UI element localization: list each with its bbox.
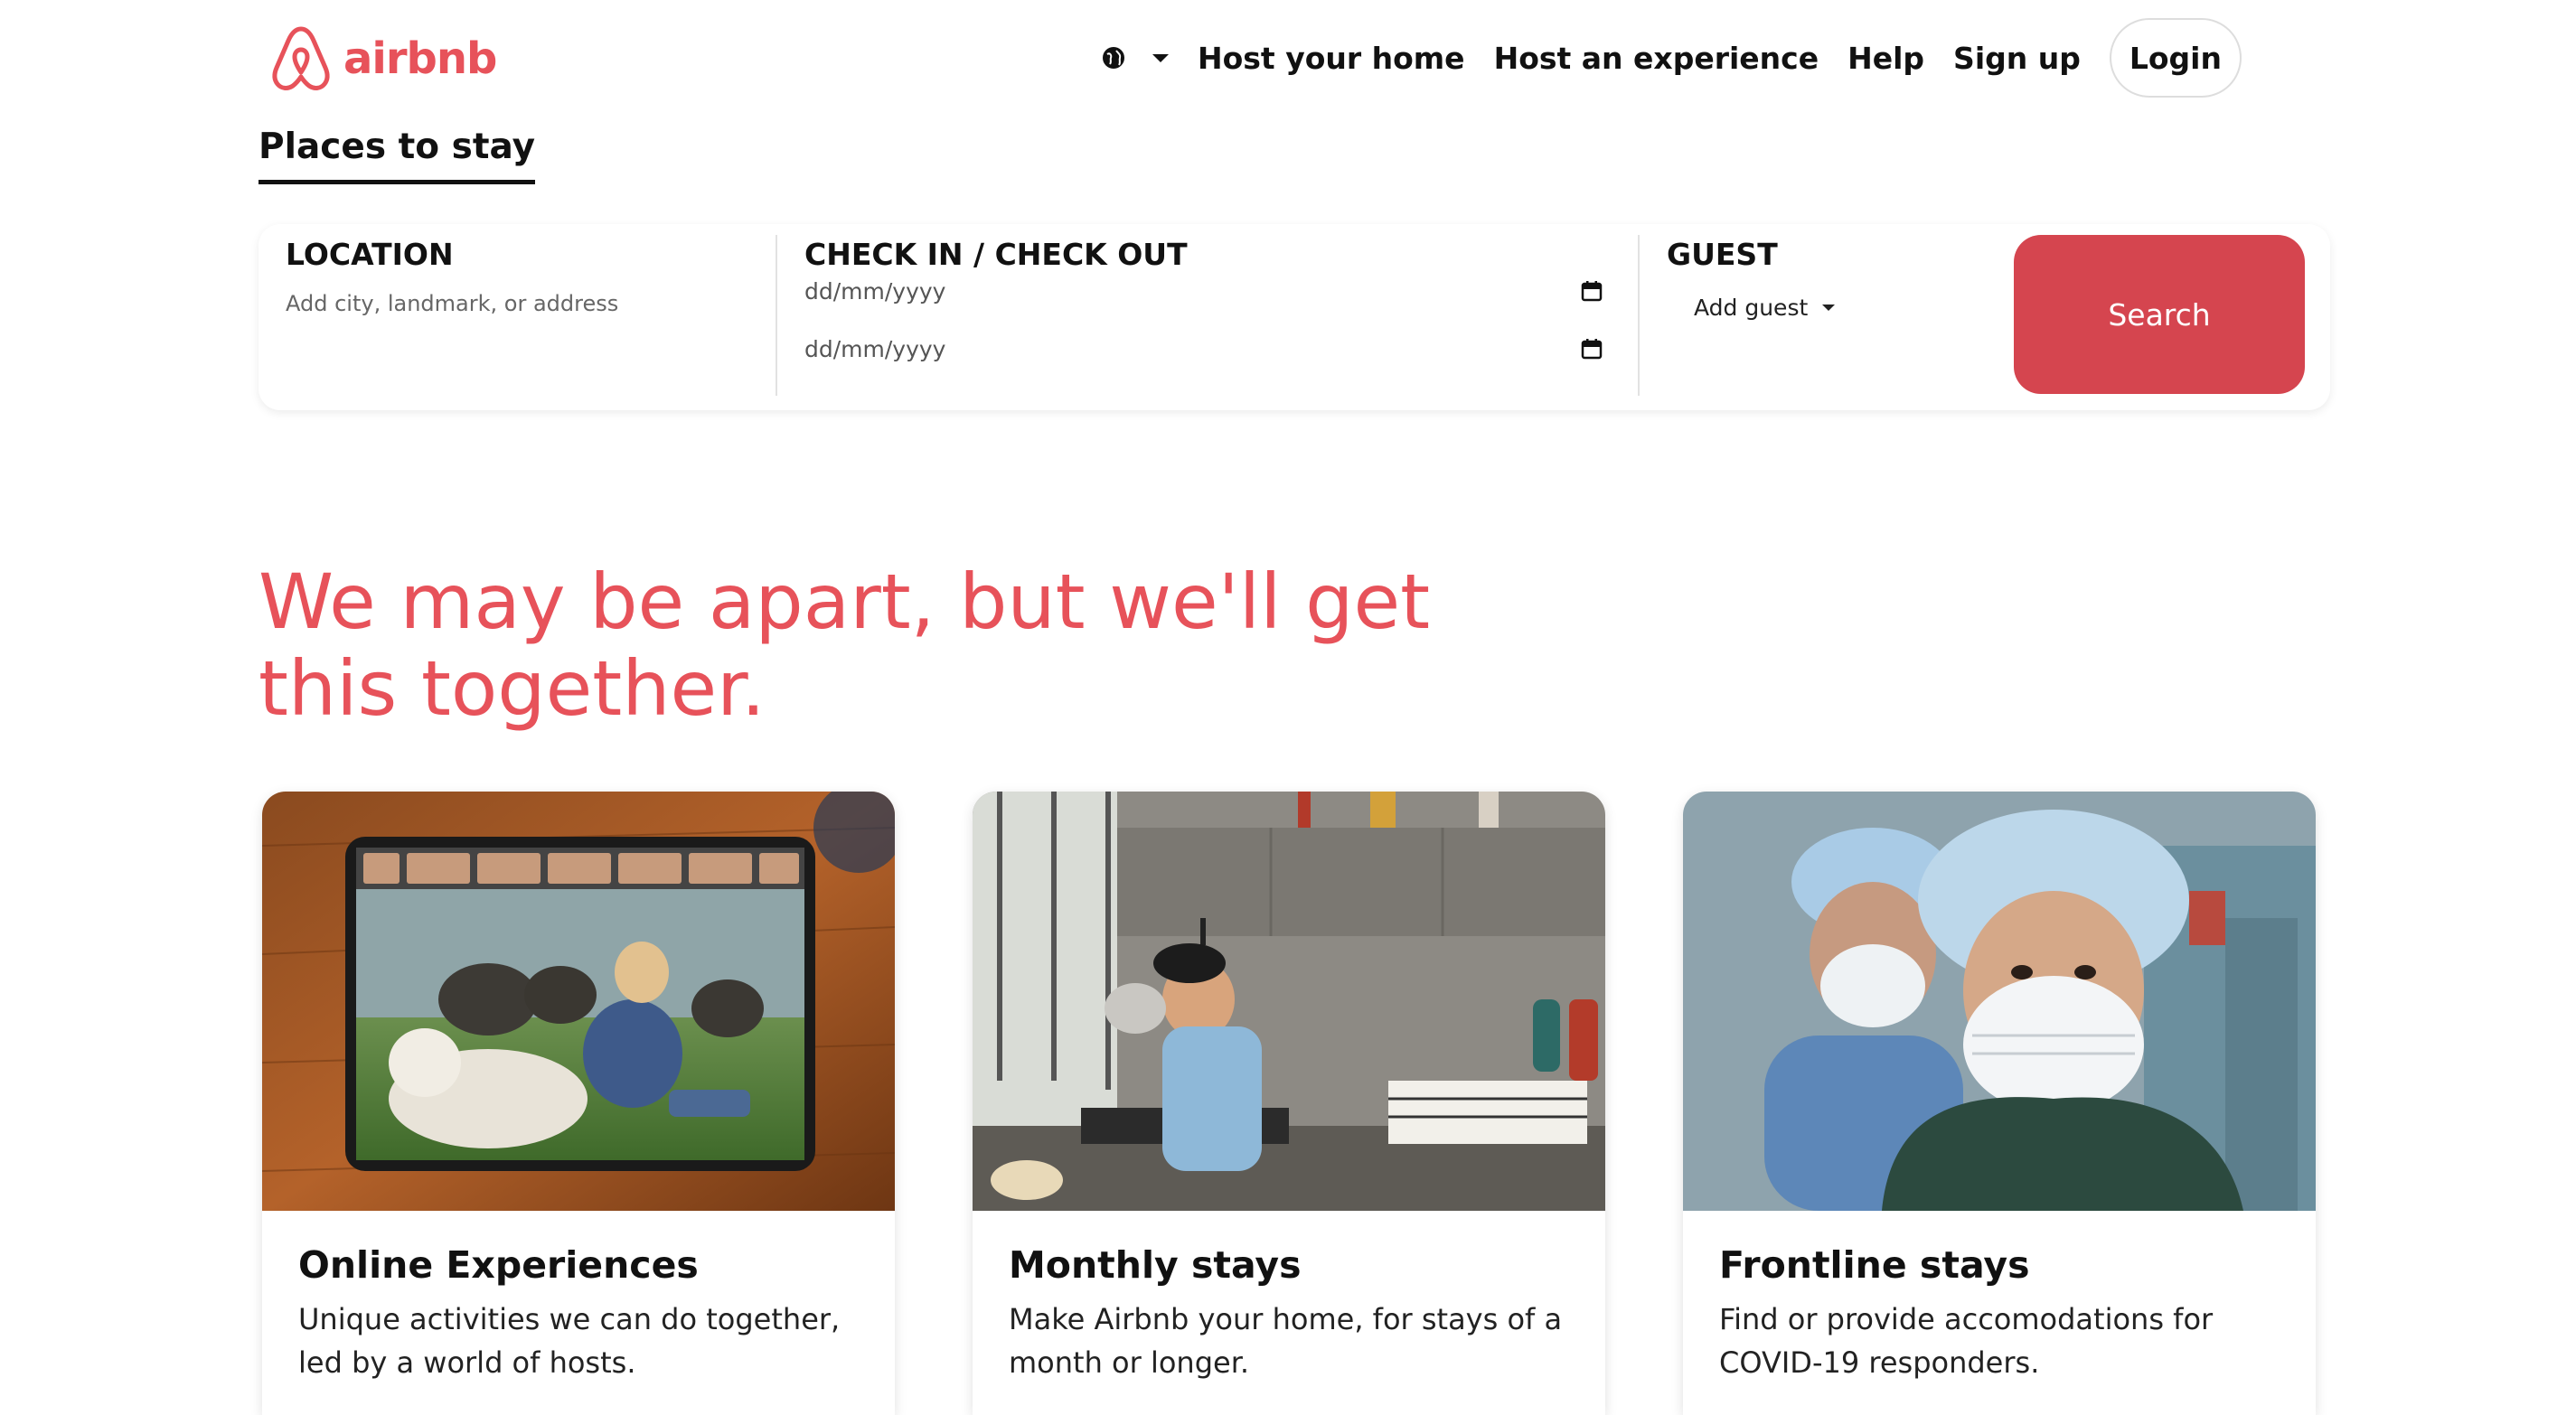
location-input[interactable]: Add city, landmark, or address: [286, 291, 618, 316]
card-frontline-stays[interactable]: Frontline stays Find or provide accomoda…: [1683, 792, 2316, 1415]
card-description: Unique activities we can do together, le…: [298, 1302, 841, 1380]
guest-dropdown[interactable]: Add guest: [1694, 295, 1836, 321]
card-title: Monthly stays: [1009, 1243, 1302, 1287]
location-label: LOCATION: [286, 237, 454, 272]
guest-label: GUEST: [1667, 237, 1778, 272]
frontline-stays-image: [1683, 792, 2316, 1211]
field-divider: [776, 235, 777, 396]
monthly-stays-image: [973, 792, 1605, 1211]
card-title: Frontline stays: [1719, 1243, 2030, 1287]
check-in-input[interactable]: dd/mm/yyyy: [804, 273, 1603, 309]
airbnb-logo-icon: [272, 26, 330, 90]
chevron-down-icon: [1822, 305, 1836, 311]
check-out-placeholder: dd/mm/yyyy: [804, 335, 946, 362]
brand-name: airbnb: [343, 33, 497, 84]
login-button[interactable]: Login: [2109, 18, 2242, 98]
card-title: Online Experiences: [298, 1243, 699, 1287]
search-button[interactable]: Search: [2014, 235, 2305, 394]
card-online-experiences[interactable]: Online Experiences Unique activities we …: [262, 792, 895, 1415]
online-experiences-image: [262, 792, 895, 1211]
page: airbnb Host your home Host an experience…: [0, 0, 2576, 1415]
nav-sign-up-link[interactable]: Sign up: [1953, 41, 2081, 76]
top-nav: Host your home Host an experience Help S…: [1098, 18, 2242, 98]
nav-host-experience-link[interactable]: Host an experience: [1494, 41, 1819, 76]
globe-icon[interactable]: [1098, 42, 1129, 73]
hero-headline: We may be apart, but we'll get this toge…: [259, 558, 1431, 733]
nav-help-link[interactable]: Help: [1847, 41, 1924, 76]
card-description: Make Airbnb your home, for stays of a mo…: [1009, 1302, 1563, 1380]
language-dropdown-caret-icon[interactable]: [1152, 53, 1169, 62]
calendar-icon[interactable]: [1580, 337, 1603, 361]
airbnb-logo[interactable]: airbnb: [269, 25, 497, 92]
check-out-input[interactable]: dd/mm/yyyy: [804, 331, 1603, 367]
search-bar: LOCATION Add city, landmark, or address …: [259, 224, 2330, 410]
check-in-placeholder: dd/mm/yyyy: [804, 277, 946, 305]
tab-places-to-stay[interactable]: Places to stay: [259, 127, 536, 184]
field-divider: [1638, 235, 1640, 396]
dates-label: CHECK IN / CHECK OUT: [804, 237, 1188, 272]
card-description: Find or provide accomodations for COVID-…: [1719, 1302, 2214, 1380]
guest-dropdown-label: Add guest: [1694, 295, 1809, 321]
nav-host-home-link[interactable]: Host your home: [1198, 41, 1465, 76]
calendar-icon[interactable]: [1580, 279, 1603, 303]
card-monthly-stays[interactable]: Monthly stays Make Airbnb your home, for…: [973, 792, 1605, 1415]
